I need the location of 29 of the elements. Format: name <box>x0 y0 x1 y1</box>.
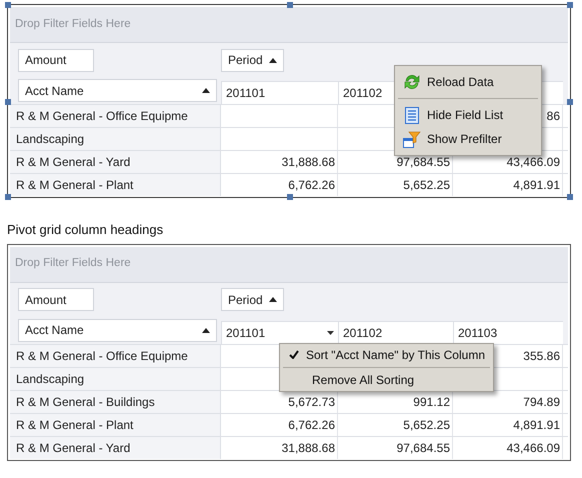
table-cell-text: 355.86 <box>523 348 560 364</box>
table-cell-text: 6,762.26 <box>288 416 335 434</box>
table-cell-text: 31,888.68 <box>282 440 335 456</box>
row-header: Landscaping <box>10 128 221 150</box>
row-header: R & M General - Office Equipme <box>10 344 221 366</box>
table-cell-text: 31,888.68 <box>282 154 335 171</box>
table-cell-text: 4,891.91 <box>513 177 560 194</box>
row-header: Landscaping <box>10 368 221 390</box>
table-cell-text: 43,466.09 <box>506 154 560 171</box>
row-header: R & M General - Buildings <box>10 390 221 412</box>
table-cell-text: 97,684.55 <box>396 154 450 171</box>
row-header: R & M General - Yard <box>10 436 221 458</box>
table-cell-text: 5,652.25 <box>403 416 450 434</box>
filter-area-hint: Drop Filter Fields Here <box>15 256 131 272</box>
row-header: R & M General - Office Equipme <box>10 105 221 127</box>
table-cell-text: 991.12 <box>413 394 450 410</box>
row-header: R & M General - Plant <box>10 414 221 436</box>
caption: Pivot grid column headings <box>7 221 164 239</box>
table-cell-text: 4,891.91 <box>513 416 560 434</box>
table-cell-text: 6,762.26 <box>288 177 335 194</box>
filter-area-hint: Drop Filter Fields Here <box>15 16 131 32</box>
table-cell-text: 794.89 <box>523 394 560 410</box>
table-cell-text: 5,672.73 <box>288 394 335 410</box>
table-cell-text: 86 <box>546 108 560 125</box>
row-header: R & M General - Plant <box>10 174 221 196</box>
table-cell-text: 97,684.55 <box>396 440 450 456</box>
table-cell-text: 43,466.09 <box>506 440 560 456</box>
table-cell-text: 5,652.25 <box>403 177 450 194</box>
row-header: R & M General - Yard <box>10 151 221 173</box>
